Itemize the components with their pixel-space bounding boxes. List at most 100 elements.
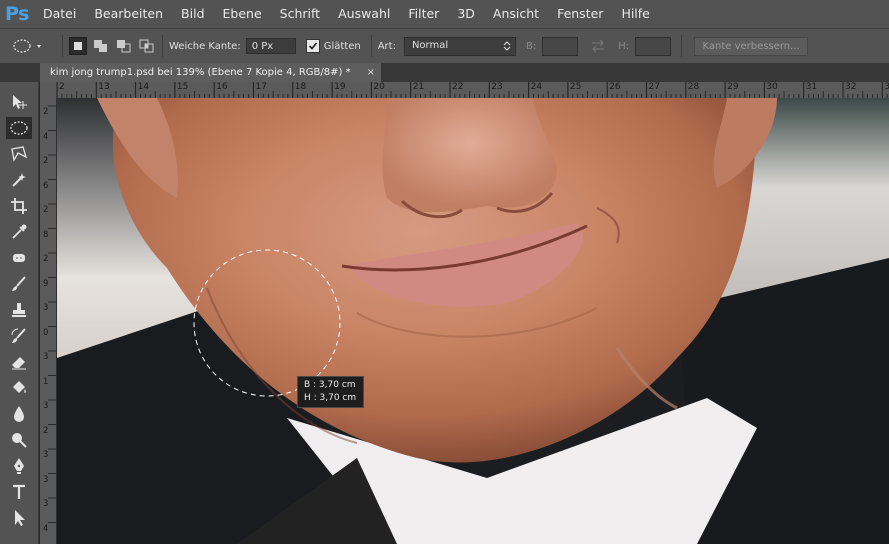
subtract-selection-icon[interactable] xyxy=(115,38,133,54)
width-input[interactable] xyxy=(542,36,579,56)
eyedropper-icon xyxy=(12,224,27,239)
dodge-tool[interactable] xyxy=(6,429,32,451)
ruler-label: 16 xyxy=(216,82,228,92)
ruler-label: 3 xyxy=(43,303,49,313)
style-select[interactable]: Normal xyxy=(403,36,516,56)
brush-tool[interactable] xyxy=(6,273,32,295)
ruler-label: 31 xyxy=(805,82,818,92)
ruler-label: 2 xyxy=(43,156,49,166)
pen-tool[interactable] xyxy=(6,455,32,477)
intersect-selection-icon[interactable] xyxy=(138,38,156,54)
ruler-label: 3 xyxy=(43,352,49,362)
close-icon[interactable]: × xyxy=(367,63,375,82)
height-input[interactable] xyxy=(635,36,672,56)
move-tool-icon xyxy=(13,95,27,109)
ruler-label: 4 xyxy=(43,131,49,142)
ruler-label: 14 xyxy=(137,82,150,92)
ruler-label: 2 xyxy=(43,205,49,215)
clone-stamp-icon xyxy=(12,303,26,317)
menu-3d[interactable]: 3D xyxy=(448,0,484,28)
document-canvas[interactable] xyxy=(57,98,889,544)
menu-datei[interactable]: Datei xyxy=(34,0,85,28)
separator xyxy=(62,35,63,57)
ruler-label: 18 xyxy=(294,82,307,92)
selection-size-tooltip: B : 3,70 cm H : 3,70 cm xyxy=(297,376,364,408)
ruler-label: 8 xyxy=(43,229,49,240)
path-selection-icon xyxy=(15,510,25,526)
toolbox: ▸▸ xyxy=(0,63,39,544)
ruler-label: 17 xyxy=(255,82,267,92)
history-brush-tool[interactable] xyxy=(6,325,32,347)
move-tool[interactable] xyxy=(6,91,32,113)
menu-bearbeiten[interactable]: Bearbeiten xyxy=(85,0,172,28)
healing-brush-icon xyxy=(13,254,25,262)
healing-brush-tool[interactable] xyxy=(6,247,32,269)
chevron-updown-icon xyxy=(503,40,511,51)
paint-bucket-tool[interactable] xyxy=(6,377,32,399)
eraser-tool[interactable] xyxy=(6,351,32,373)
type-tool[interactable] xyxy=(6,481,32,503)
feather-label: Weiche Kante: xyxy=(169,40,241,52)
menu-fenster[interactable]: Fenster xyxy=(548,0,612,28)
photo xyxy=(57,98,889,544)
menu-auswahl[interactable]: Auswahl xyxy=(329,0,399,28)
eyedropper-tool[interactable] xyxy=(6,221,32,243)
menu-ebene[interactable]: Ebene xyxy=(214,0,271,28)
hud-height: H : 3,70 cm xyxy=(304,393,357,403)
options-bar: Weiche Kante: 0 Px Glätten Art: Normal B… xyxy=(0,28,889,63)
ruler-label: 25 xyxy=(569,82,582,92)
document-tab-title: kim jong trump1.psd bei 139% (Ebene 7 Ko… xyxy=(50,67,351,78)
menu-bild[interactable]: Bild xyxy=(172,0,213,28)
ruler-label: 6 xyxy=(43,180,49,191)
app-logo: Ps xyxy=(5,3,29,25)
refine-edge-button[interactable]: Kante verbessern... xyxy=(694,36,809,56)
elliptical-marquee-tool[interactable] xyxy=(6,117,32,139)
menu-schrift[interactable]: Schrift xyxy=(271,0,329,28)
magic-wand-tool[interactable] xyxy=(6,169,32,191)
ruler-label: 29 xyxy=(727,82,739,92)
vertical-ruler: 2 4 2 6 2 8 2 9 3 0 3 1 3 2 3 3 3 4 xyxy=(40,98,57,544)
tool-preset-picker[interactable] xyxy=(10,29,56,63)
lasso-tool[interactable] xyxy=(6,143,32,165)
path-selection-tool[interactable] xyxy=(6,507,32,529)
blur-icon xyxy=(14,406,24,422)
feather-input[interactable]: 0 Px xyxy=(245,38,296,54)
ruler-label: 20 xyxy=(373,82,385,92)
crop-icon xyxy=(11,198,27,214)
style-select-value: Normal xyxy=(411,39,449,51)
lasso-icon xyxy=(11,146,28,162)
swap-icon[interactable] xyxy=(590,39,606,53)
new-selection-icon[interactable] xyxy=(69,37,87,55)
ruler-label: 3 xyxy=(43,499,49,509)
magic-wand-icon xyxy=(12,173,26,187)
ruler-label: 30 xyxy=(766,82,778,92)
menu-bar: Ps Datei Bearbeiten Bild Ebene Schrift A… xyxy=(0,0,889,28)
eraser-icon xyxy=(12,357,26,370)
ruler-label: 27 xyxy=(648,82,660,92)
antialias-label: Glätten xyxy=(323,40,361,52)
elliptical-marquee-icon xyxy=(10,121,28,135)
style-label: Art: xyxy=(377,40,396,52)
ruler-label: 4 xyxy=(43,523,49,534)
checkbox-icon[interactable] xyxy=(305,39,320,53)
separator xyxy=(162,35,163,57)
ruler-label: 15 xyxy=(176,82,189,92)
menu-filter[interactable]: Filter xyxy=(399,0,448,28)
ruler-label: 23 xyxy=(491,82,503,92)
ruler-ticks xyxy=(56,82,888,98)
add-selection-icon[interactable] xyxy=(92,38,110,54)
ruler-label: 13 xyxy=(98,82,110,92)
blur-tool[interactable] xyxy=(6,403,32,425)
ruler-label: 2 xyxy=(59,82,65,92)
separator xyxy=(681,35,683,57)
menu-hilfe[interactable]: Hilfe xyxy=(612,0,658,28)
menu-ansicht[interactable]: Ansicht xyxy=(484,0,548,28)
ruler-label: 3 xyxy=(43,474,49,485)
pen-icon xyxy=(14,458,24,474)
ruler-label: 3 xyxy=(43,450,49,460)
ruler-label: 1 xyxy=(43,376,49,387)
document-tab[interactable]: kim jong trump1.psd bei 139% (Ebene 7 Ko… xyxy=(40,63,381,82)
crop-tool[interactable] xyxy=(6,195,32,217)
height-label: H: xyxy=(618,40,630,52)
clone-stamp-tool[interactable] xyxy=(6,299,32,321)
